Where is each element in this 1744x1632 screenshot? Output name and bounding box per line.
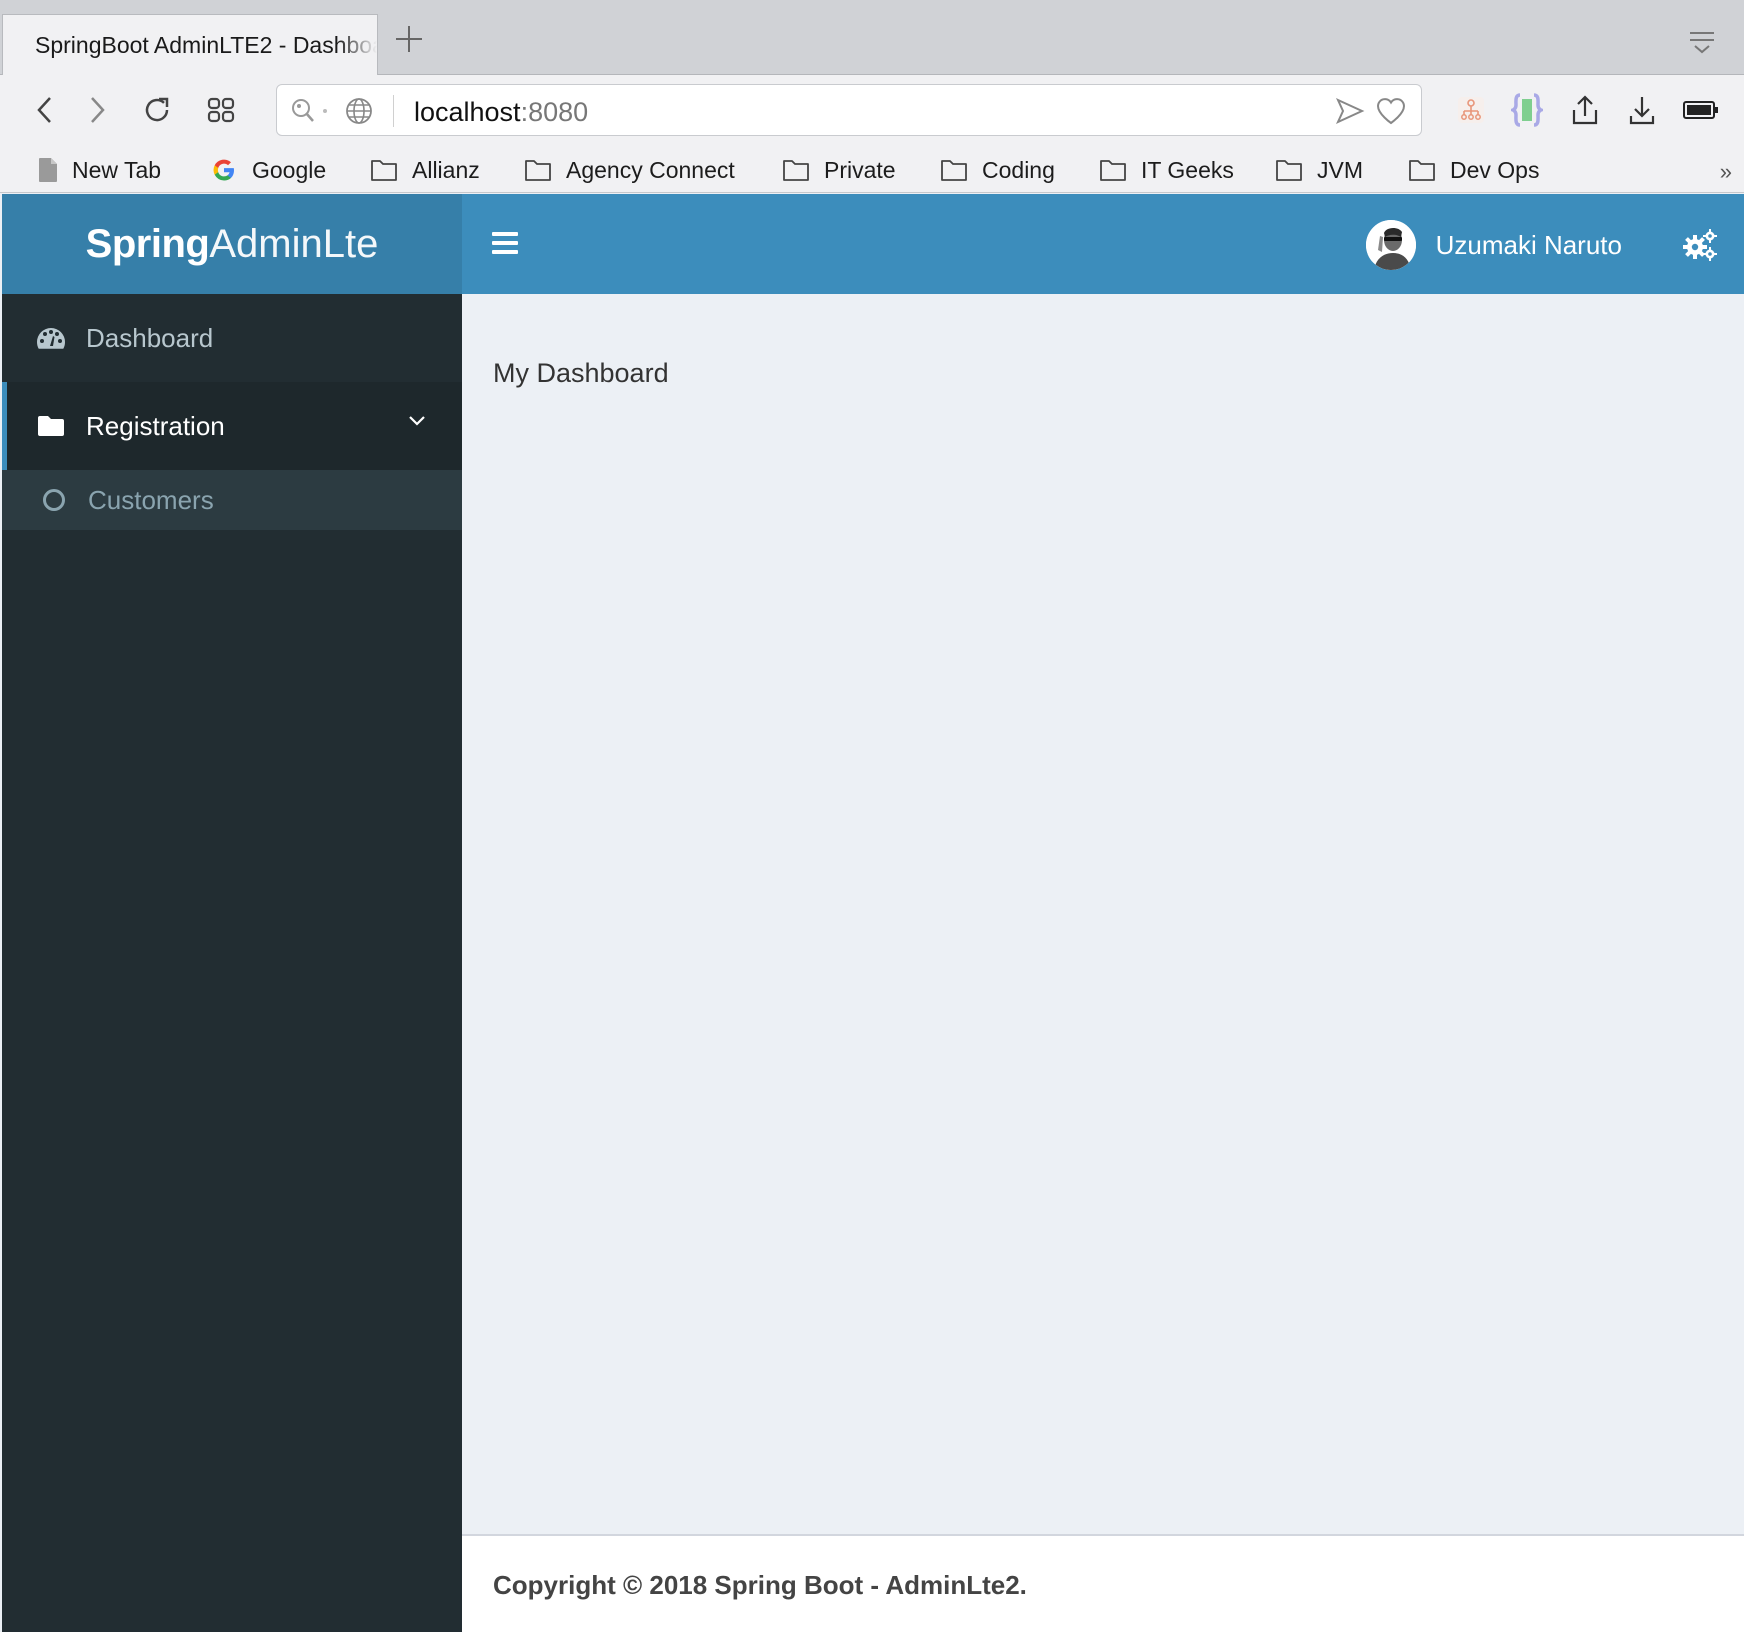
sitemap-extension-button[interactable] [1452, 91, 1490, 129]
new-tab-button[interactable] [394, 24, 424, 54]
address-bar[interactable]: localhost:8080 [276, 84, 1422, 136]
hamburger-line [492, 241, 518, 245]
battery-button[interactable] [1682, 91, 1720, 129]
bookmark-new-tab[interactable]: New Tab [38, 155, 161, 185]
folder-icon [371, 160, 397, 181]
user-menu[interactable]: Uzumaki Naruto [1365, 220, 1622, 270]
browser-tab-bar: SpringBoot AdminLTE2 - Dashboard [0, 0, 1744, 76]
sidebar-item-dashboard[interactable]: Dashboard [2, 294, 462, 382]
logo-light-text: AdminLte [209, 221, 379, 266]
json-extension-button[interactable] [1508, 91, 1546, 129]
dashboard-icon [36, 326, 66, 350]
tab-title: SpringBoot AdminLTE2 - Dashboard [35, 32, 378, 58]
back-button[interactable] [28, 93, 62, 127]
folder-icon [1409, 160, 1435, 181]
tab-menu-icon[interactable] [1688, 30, 1716, 56]
top-navbar: Uzumaki Naruto [462, 194, 1744, 294]
folder-icon [36, 415, 66, 437]
avatar [1365, 220, 1416, 270]
bookmark-label: Coding [982, 156, 1055, 183]
globe-icon [346, 98, 372, 124]
speed-dial-button[interactable] [204, 93, 238, 127]
hamburger-line [492, 232, 518, 236]
bookmark-label: New Tab [72, 156, 162, 183]
logo[interactable]: Spring AdminLte [2, 194, 462, 294]
reload-button[interactable] [140, 93, 174, 127]
grid-icon [207, 97, 235, 123]
sidebar-item-label: Dashboard [86, 322, 214, 353]
forward-button[interactable] [80, 93, 114, 127]
bookmark-folder-it-geeks[interactable]: IT Geeks [1099, 155, 1234, 185]
bookmark-folder-jvm[interactable]: JVM [1275, 155, 1363, 185]
bookmark-folder-allianz[interactable]: Allianz [370, 155, 480, 185]
folder-icon [783, 160, 809, 181]
footer-copyright: Copyright © 2018 Spring Boot - AdminLte2… [493, 1570, 1027, 1600]
chevron-right-icon [91, 97, 105, 123]
user-name: Uzumaki Naruto [1435, 229, 1622, 260]
sidebar-subitem-label: Customers [88, 484, 214, 515]
settings-gears-icon[interactable] [1682, 228, 1718, 262]
bookmark-label: Private [824, 156, 896, 183]
bookmark-label: Allianz [412, 156, 480, 183]
browser-tab[interactable]: SpringBoot AdminLTE2 - Dashboard [2, 14, 378, 76]
folder-icon [941, 160, 967, 181]
bookmark-label: Google [252, 156, 327, 183]
url-host: localhost [414, 97, 521, 127]
url-text[interactable]: localhost:8080 [414, 97, 588, 128]
url-port: :8080 [520, 97, 589, 127]
bookmark-google[interactable]: Google [210, 155, 326, 185]
circle-icon [42, 488, 66, 512]
downloads-button[interactable] [1623, 91, 1661, 129]
footer: Copyright © 2018 Spring Boot - AdminLte2… [462, 1534, 1744, 1632]
sidebar-subitem-customers[interactable]: Customers [2, 470, 462, 530]
bookmark-label: JVM [1317, 156, 1363, 183]
bookmark-label: IT Geeks [1141, 156, 1234, 183]
folder-icon [1276, 160, 1302, 181]
folder-icon [525, 160, 551, 181]
chevron-down-icon [409, 416, 425, 426]
sidebar-item-label: Registration [86, 410, 225, 441]
bookmarks-bar: New Tab Google Allianz Agency Connect Pr… [0, 147, 1744, 193]
admin-app: Spring AdminLte Uzumaki Naruto Dashboard… [2, 194, 1744, 1632]
sidebar-item-registration[interactable]: Registration [2, 382, 462, 470]
bookmark-folder-coding[interactable]: Coding [940, 155, 1055, 185]
tab-title-fade [337, 15, 377, 76]
user-photo-icon [1365, 220, 1416, 270]
bookmark-folder-agency-connect[interactable]: Agency Connect [524, 155, 735, 185]
reload-icon [145, 97, 169, 122]
hamburger-line [492, 250, 518, 254]
sidebar: Dashboard Registration Customers [2, 294, 462, 1632]
page-title: My Dashboard [493, 358, 669, 388]
bookmark-label: Dev Ops [1450, 156, 1540, 183]
battery-icon [1683, 101, 1718, 119]
sitemap-icon [1458, 97, 1484, 123]
send-icon[interactable] [1335, 97, 1365, 125]
folder-icon [1100, 160, 1126, 181]
share-button[interactable] [1566, 91, 1604, 129]
json-braces-icon [1511, 93, 1543, 127]
page-icon [39, 158, 57, 182]
heart-icon[interactable] [1375, 96, 1407, 126]
browser-toolbar: localhost:8080 New Tab Google Allianz Ag [0, 75, 1744, 193]
share-icon [1572, 95, 1598, 125]
bookmark-folder-private[interactable]: Private [782, 155, 896, 185]
google-icon [213, 159, 234, 181]
logo-bold-text: Spring [85, 221, 210, 266]
bookmarks-overflow-button[interactable]: » [1720, 159, 1732, 185]
address-separator [393, 95, 394, 127]
key-icon [292, 99, 327, 122]
content-area: My Dashboard [462, 294, 1744, 1534]
sidebar-toggle-button[interactable] [492, 232, 518, 254]
download-icon [1629, 97, 1655, 125]
bookmark-label: Agency Connect [566, 156, 735, 183]
bookmark-folder-dev-ops[interactable]: Dev Ops [1408, 155, 1539, 185]
chevron-left-icon [37, 97, 51, 123]
